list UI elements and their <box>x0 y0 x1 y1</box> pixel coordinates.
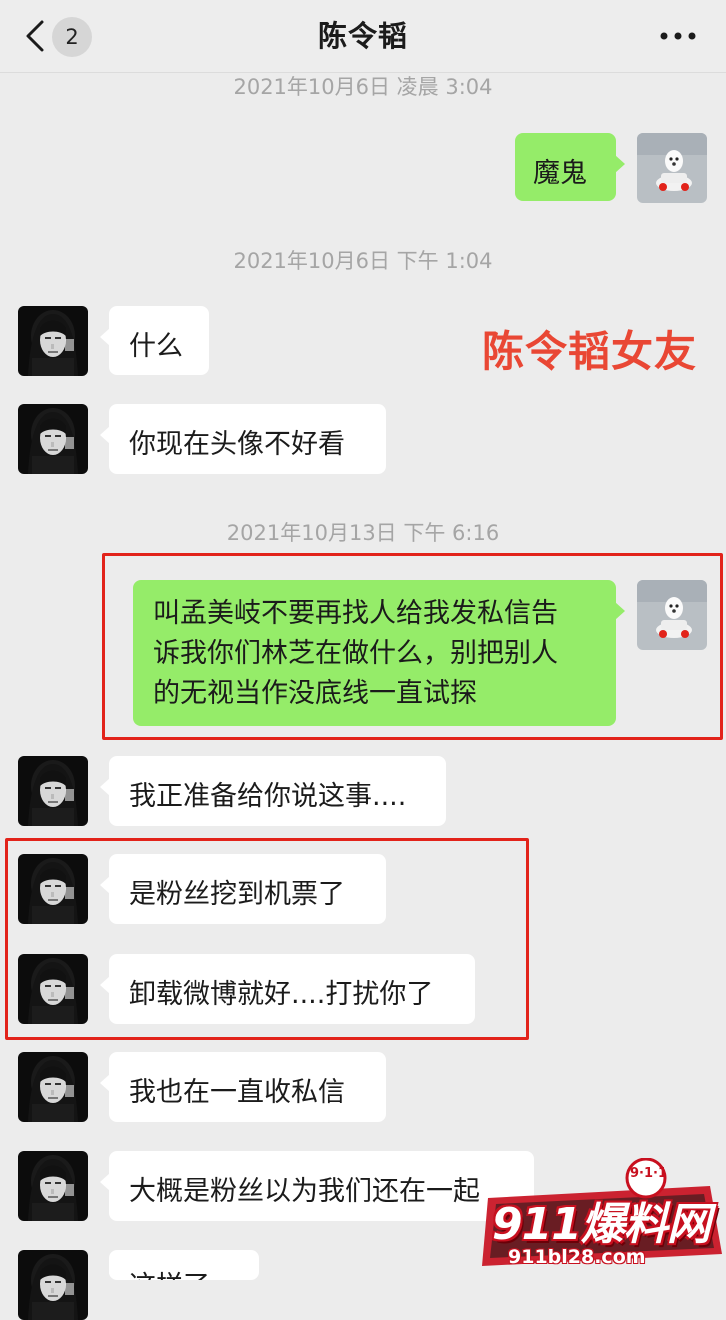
dog-scooter-avatar-icon <box>637 133 707 203</box>
dog-scooter-avatar-icon <box>637 580 707 650</box>
contact-avatar-icon <box>18 306 88 376</box>
annotation-label: 陈令韬女友 <box>482 327 698 376</box>
message-bubble[interactable]: 这样了 <box>109 1250 259 1280</box>
message-bubble[interactable]: 什么 <box>100 306 209 375</box>
contact-avatar-icon <box>18 1052 88 1122</box>
avatar-contact[interactable] <box>18 1250 88 1320</box>
avatar-contact[interactable] <box>18 756 88 826</box>
timestamp: 2021年10月6日 下午 1:04 <box>233 249 493 273</box>
contact-avatar-icon <box>18 404 88 474</box>
watermark: 9·1·1 911爆料网 911bl28.com <box>478 1158 726 1280</box>
avatar-self[interactable] <box>637 580 707 650</box>
message-bubble[interactable]: 魔鬼 <box>515 133 625 201</box>
watermark-name: 911爆料网 <box>492 1199 711 1250</box>
watermark-url: 911bl28.com <box>508 1246 646 1268</box>
contact-avatar-icon <box>18 1151 88 1221</box>
avatar-contact[interactable] <box>18 306 88 376</box>
contact-avatar-icon <box>18 1250 88 1320</box>
more-options-icon[interactable] <box>658 26 698 46</box>
chat-title: 陈令韬 <box>317 19 408 53</box>
avatar-contact[interactable] <box>18 404 88 474</box>
message-bubble[interactable]: 你现在头像不好看 <box>100 404 386 474</box>
chat-header: 2 陈令韬 <box>0 0 726 73</box>
contact-avatar-icon <box>18 954 88 1024</box>
contact-avatar-icon <box>18 756 88 826</box>
contact-avatar-icon <box>18 854 88 924</box>
message-bubble[interactable]: 我也在一直收私信 <box>100 1052 386 1122</box>
message-bubble[interactable]: 叫孟美岐不要再找人给我发私信告 诉我你们林芝在做什么，别把别人 的无视当作没底线… <box>133 580 625 726</box>
message-bubble[interactable]: 是粉丝挖到机票了 <box>100 854 386 924</box>
avatar-contact[interactable] <box>18 1151 88 1221</box>
avatar-contact[interactable] <box>18 954 88 1024</box>
avatar-contact[interactable] <box>18 854 88 924</box>
timestamp: 2021年10月6日 凌晨 3:04 <box>233 75 493 99</box>
message-bubble[interactable]: 大概是粉丝以为我们还在一起 <box>100 1151 534 1221</box>
watermark-badge: 9·1·1 <box>630 1166 668 1181</box>
avatar-contact[interactable] <box>18 1052 88 1122</box>
message-bubble[interactable]: 卸载微博就好....打扰你了 <box>100 954 475 1024</box>
avatar-self[interactable] <box>637 133 707 203</box>
message-bubble[interactable]: 我正准备给你说这事.... <box>100 756 446 826</box>
timestamp: 2021年10月13日 下午 6:16 <box>226 521 500 545</box>
